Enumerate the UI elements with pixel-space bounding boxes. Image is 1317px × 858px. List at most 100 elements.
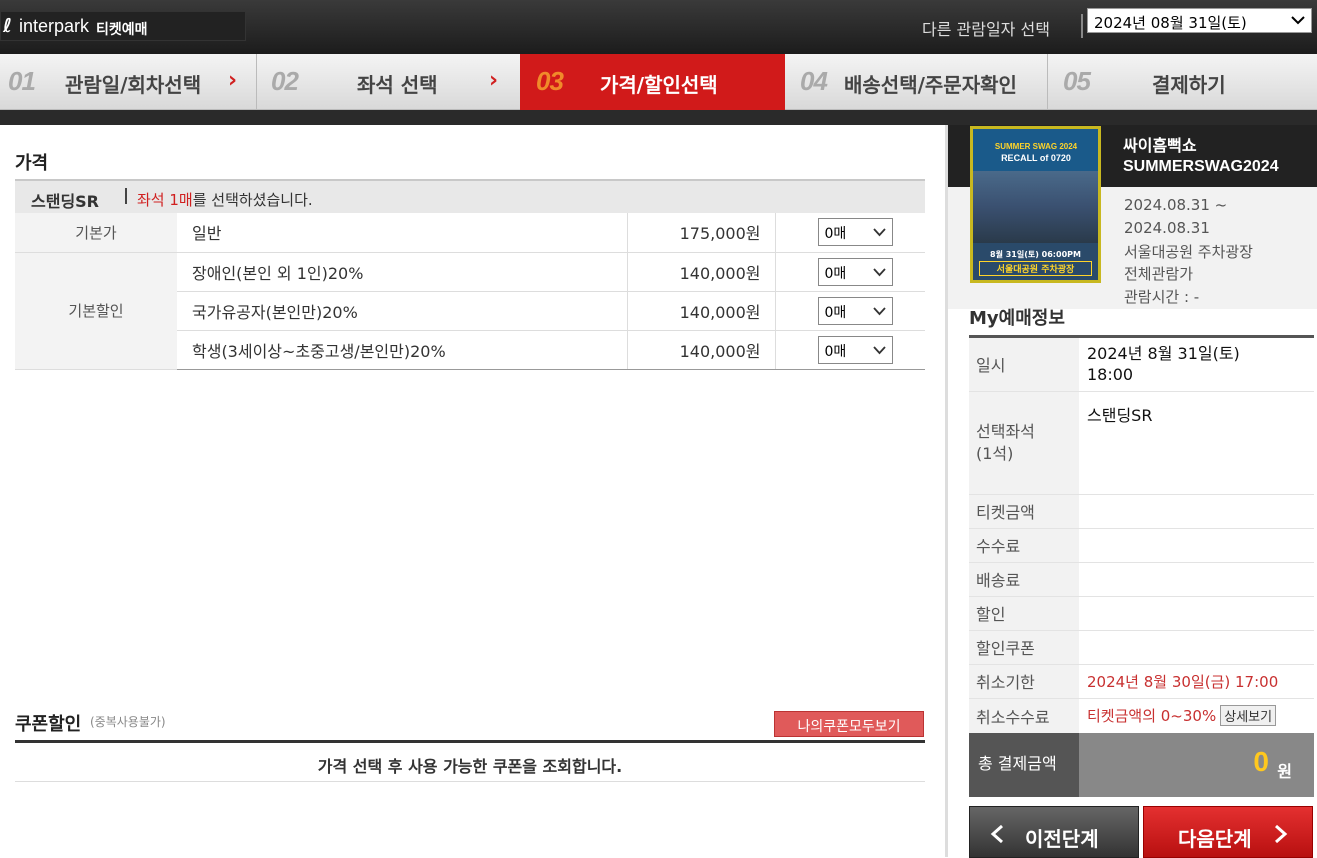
delivery-fee-label: 배송료 bbox=[969, 562, 1079, 597]
seat-grade: 스탠딩SR bbox=[31, 192, 100, 211]
discount-label: 할인 bbox=[969, 596, 1079, 631]
qty-cell: 0매 bbox=[775, 252, 925, 292]
show-runtime: 관람시간 : - bbox=[1124, 288, 1200, 306]
date-select-value: 2024년 08월 31일(토) bbox=[1094, 14, 1247, 32]
price-amount: 140,000원 bbox=[626, 252, 776, 292]
price-section-title: 가격 bbox=[15, 153, 49, 174]
seat-selection-message: 좌석 1매를 선택하셨습니다. bbox=[137, 189, 313, 210]
show-poster: SUMMER SWAG 2024 RECALL of 0720 8월 31일(토… bbox=[970, 126, 1101, 283]
step-2[interactable]: 02 좌석 선택 › bbox=[257, 54, 520, 110]
booking-date-cell: 2024년 8월 31일(토) 18:00 bbox=[1079, 338, 1314, 392]
cancel-fee-detail-button[interactable]: 상세보기 bbox=[1220, 705, 1277, 726]
step-label: 관람일/회차선택 bbox=[65, 73, 202, 97]
selected-seat-count: (1석) bbox=[976, 443, 1014, 463]
quantity-value: 0매 bbox=[824, 343, 847, 360]
quantity-value: 0매 bbox=[824, 226, 847, 243]
price-name: 학생(3세이상~초중고생/본인만)20% bbox=[177, 330, 627, 370]
top-bar: ℓ interpark 티켓예매 다른 관람일자 선택 2024년 08월 31… bbox=[0, 0, 1317, 54]
logo-sub: 티켓예매 bbox=[96, 22, 148, 38]
selected-seat-label: 선택좌석 (1석) bbox=[969, 391, 1079, 495]
ticket-amount-label: 티켓금액 bbox=[969, 494, 1079, 529]
table-row: 할인 bbox=[969, 596, 1314, 631]
step-number: 03 bbox=[536, 66, 564, 96]
price-name: 일반 bbox=[177, 213, 627, 253]
table-row: 기본할인 장애인(본인 외 1인)20% 140,000원 0매 bbox=[15, 252, 925, 370]
total-amount-label: 총 결제금액 bbox=[969, 733, 1079, 797]
table-row: 선택좌석 (1석) 스탠딩SR bbox=[969, 391, 1314, 495]
poster-venue: 서울대공원 주차광장 bbox=[979, 261, 1092, 276]
step-number: 05 bbox=[1063, 66, 1091, 96]
price-name: 장애인(본인 외 1인)20% bbox=[177, 252, 627, 292]
poster-crowd-image bbox=[973, 171, 1098, 243]
table-row: 배송료 bbox=[969, 562, 1314, 597]
show-period-start: 2024.08.31 ~ bbox=[1124, 196, 1228, 214]
quantity-select[interactable]: 0매 bbox=[817, 257, 893, 286]
divider bbox=[1081, 14, 1083, 38]
delivery-fee-value bbox=[1079, 562, 1314, 597]
fee-label: 수수료 bbox=[969, 528, 1079, 563]
cancel-fee-cell: 티켓금액의 0~30% 상세보기 bbox=[1079, 698, 1314, 734]
poster-subtitle: RECALL of 0720 bbox=[1001, 153, 1071, 163]
show-rating: 전체관람가 bbox=[1124, 265, 1194, 283]
chevron-down-icon bbox=[872, 267, 886, 276]
quantity-select[interactable]: 0매 bbox=[817, 218, 893, 247]
logo-mark: ℓ bbox=[3, 15, 12, 37]
table-row: 티켓금액 bbox=[969, 494, 1314, 529]
next-step-button[interactable]: 다음단계 bbox=[1143, 806, 1313, 858]
total-amount-box: 0 원 bbox=[1079, 733, 1314, 797]
step-label: 결제하기 bbox=[1152, 73, 1226, 97]
my-booking-title: My예매정보 bbox=[969, 308, 1065, 329]
price-name: 국가유공자(본인만)20% bbox=[177, 291, 627, 331]
quantity-value: 0매 bbox=[824, 304, 847, 321]
discount-value bbox=[1079, 596, 1314, 631]
step-number: 04 bbox=[800, 66, 828, 96]
poster-title: SUMMER SWAG 2024 bbox=[994, 142, 1078, 151]
prev-step-button[interactable]: 이전단계 bbox=[969, 806, 1139, 858]
coupon-message: 가격 선택 후 사용 가능한 쿠폰을 조회합니다. bbox=[15, 744, 925, 782]
coupon-section-title: 쿠폰할인 bbox=[15, 714, 82, 735]
chevron-down-icon bbox=[872, 228, 886, 237]
discount-coupon-value bbox=[1079, 630, 1314, 665]
step-3-active[interactable]: 03 가격/할인선택 bbox=[520, 54, 785, 110]
price-amount: 140,000원 bbox=[626, 330, 776, 370]
qty-cell: 0매 bbox=[775, 291, 925, 331]
ticket-amount-value bbox=[1079, 494, 1314, 529]
poster-date: 8월 31일(토) 06:00PM bbox=[990, 250, 1081, 259]
divider bbox=[15, 740, 925, 743]
price-amount: 175,000원 bbox=[626, 213, 776, 253]
view-my-coupons-button[interactable]: 나의쿠폰모두보기 bbox=[774, 711, 924, 737]
interpark-logo[interactable]: ℓ interpark 티켓예매 bbox=[0, 11, 246, 41]
step-number: 02 bbox=[271, 66, 299, 96]
header-band bbox=[0, 110, 1317, 125]
step-5[interactable]: 05 결제하기 bbox=[1048, 54, 1317, 110]
quantity-select[interactable]: 0매 bbox=[817, 296, 893, 325]
selected-seat-label-text: 선택좌석 bbox=[976, 421, 1035, 441]
my-booking-table: 일시 2024년 8월 31일(토) 18:00 선택좌석 (1석) 스탠딩SR 티… bbox=[969, 338, 1314, 734]
chevron-right-icon: › bbox=[228, 68, 238, 93]
booking-date-value: 2024년 8월 31일(토) bbox=[1087, 344, 1240, 364]
date-select-label: 다른 관람일자 선택 bbox=[922, 20, 1050, 39]
step-4[interactable]: 04 배송선택/주문자확인 bbox=[785, 54, 1048, 110]
show-title: 싸이흠뻑쇼 bbox=[1123, 136, 1197, 155]
step-number: 01 bbox=[8, 66, 36, 96]
step-label: 배송선택/주문자확인 bbox=[844, 73, 1017, 97]
divider bbox=[125, 188, 127, 204]
booking-date-label: 일시 bbox=[969, 338, 1079, 392]
fee-value bbox=[1079, 528, 1314, 563]
quantity-value: 0매 bbox=[824, 265, 847, 282]
price-amount: 140,000원 bbox=[626, 291, 776, 331]
table-row: 취소기한 2024년 8월 30일(금) 17:00 bbox=[969, 664, 1314, 699]
next-step-label: 다음단계 bbox=[1178, 827, 1252, 851]
cancel-fee-value: 티켓금액의 0~30% bbox=[1087, 707, 1217, 725]
chevron-right-icon bbox=[1275, 824, 1288, 844]
seat-grade-bar: 스탠딩SR 좌석 1매를 선택하셨습니다. bbox=[15, 179, 925, 213]
table-row: 할인쿠폰 bbox=[969, 630, 1314, 665]
quantity-select[interactable]: 0매 bbox=[817, 335, 893, 364]
booking-time-value: 18:00 bbox=[1087, 365, 1134, 385]
step-1[interactable]: 01 관람일/회차선택 › bbox=[0, 54, 257, 110]
total-amount-unit: 원 bbox=[1277, 762, 1292, 781]
step-label: 좌석 선택 bbox=[357, 73, 438, 97]
date-select[interactable]: 2024년 08월 31일(토) bbox=[1087, 8, 1312, 33]
cancel-deadline-label: 취소기한 bbox=[969, 664, 1079, 699]
seat-msg-prefix: 좌석 bbox=[137, 191, 170, 209]
